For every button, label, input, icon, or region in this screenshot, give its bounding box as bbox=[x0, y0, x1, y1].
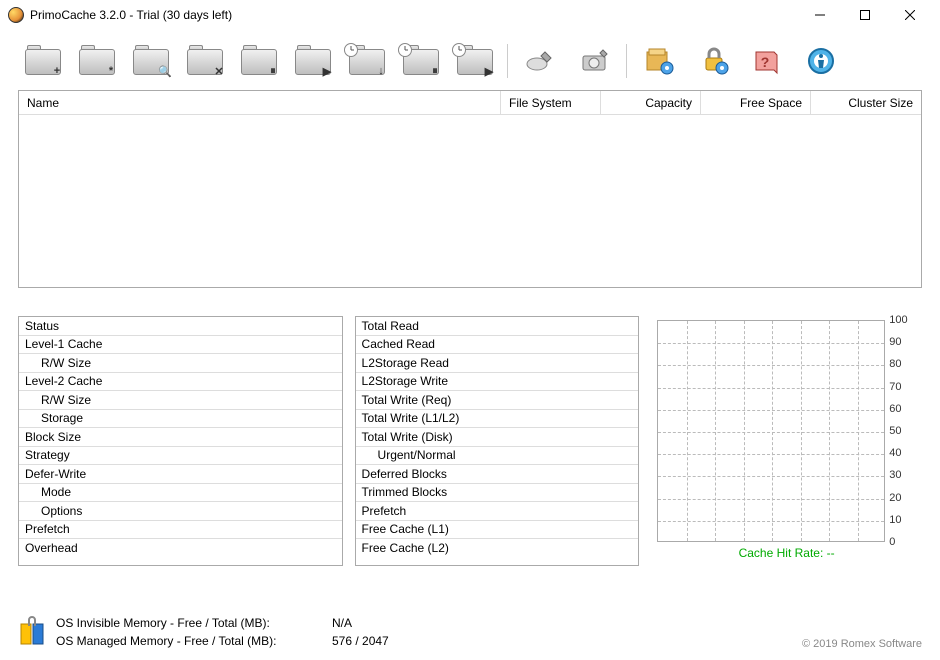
property-row: L2Storage Write bbox=[356, 373, 639, 392]
property-row: Mode bbox=[19, 484, 342, 503]
property-row: Level-2 Cache bbox=[19, 373, 342, 392]
toolbar-separator bbox=[626, 44, 627, 78]
storage-button[interactable] bbox=[569, 40, 619, 82]
pause-defer[interactable]: ⏸ bbox=[396, 40, 446, 82]
new-cache-badge-icon: + bbox=[49, 63, 65, 79]
resume-cache[interactable]: ▶ bbox=[288, 40, 338, 82]
view-cache[interactable]: 🔍 bbox=[126, 40, 176, 82]
property-row: R/W Size bbox=[19, 391, 342, 410]
property-row: Defer-Write bbox=[19, 465, 342, 484]
statusbar: OS Invisible Memory - Free / Total (MB):… bbox=[18, 614, 922, 650]
minimize-button[interactable] bbox=[797, 0, 842, 30]
table-header: Name File System Capacity Free Space Clu… bbox=[19, 91, 921, 115]
column-free-space[interactable]: Free Space bbox=[701, 91, 811, 114]
pause-cache-badge-icon: ⏸ bbox=[265, 63, 281, 79]
property-row: Overhead bbox=[19, 539, 342, 558]
cache-graph-panel: 1009080706050403020100 Cache Hit Rate: -… bbox=[651, 316, 922, 566]
hit-rate-graph bbox=[657, 320, 885, 542]
property-row: Urgent/Normal bbox=[356, 447, 639, 466]
y-tick: 80 bbox=[889, 358, 907, 380]
volumes-table[interactable]: Name File System Capacity Free Space Clu… bbox=[18, 90, 922, 288]
tools-button[interactable] bbox=[515, 40, 565, 82]
storage-icon bbox=[576, 44, 612, 78]
cache-config-panel: StatusLevel-1 CacheR/W SizeLevel-2 Cache… bbox=[18, 316, 343, 566]
column-cluster-size[interactable]: Cluster Size bbox=[811, 91, 921, 114]
managed-memory-label: OS Managed Memory - Free / Total (MB): bbox=[56, 632, 332, 650]
about-icon bbox=[803, 44, 839, 78]
property-row: Free Cache (L1) bbox=[356, 521, 639, 540]
resume-defer-badge-icon: ▶ bbox=[481, 63, 497, 79]
cache-stats-panel: Total ReadCached ReadL2Storage ReadL2Sto… bbox=[355, 316, 640, 566]
license-icon bbox=[695, 44, 731, 78]
hit-rate-text: Cache Hit Rate: bbox=[739, 546, 824, 560]
pause-cache[interactable]: ⏸ bbox=[234, 40, 284, 82]
property-row: Trimmed Blocks bbox=[356, 484, 639, 503]
resume-defer[interactable]: ▶ bbox=[450, 40, 500, 82]
memory-icon bbox=[18, 616, 46, 648]
about-button[interactable] bbox=[796, 40, 846, 82]
property-row: L2Storage Read bbox=[356, 354, 639, 373]
y-tick: 60 bbox=[889, 403, 907, 425]
property-row: Total Write (L1/L2) bbox=[356, 410, 639, 429]
y-tick: 40 bbox=[889, 447, 907, 469]
y-tick: 30 bbox=[889, 469, 907, 491]
column-capacity[interactable]: Capacity bbox=[601, 91, 701, 114]
property-row: Prefetch bbox=[356, 502, 639, 521]
delete-cache-badge-icon: ✕ bbox=[211, 63, 227, 79]
configure-cache-badge-icon: * bbox=[103, 63, 119, 79]
property-row: Free Cache (L2) bbox=[356, 539, 639, 558]
tools-icon bbox=[522, 44, 558, 78]
y-tick: 100 bbox=[889, 314, 907, 336]
property-row: Block Size bbox=[19, 428, 342, 447]
options-button[interactable] bbox=[634, 40, 684, 82]
window-title: PrimoCache 3.2.0 - Trial (30 days left) bbox=[30, 8, 797, 22]
flush-defer-badge-icon: ↓ bbox=[373, 63, 389, 79]
property-row: Storage bbox=[19, 410, 342, 429]
column-filesystem[interactable]: File System bbox=[501, 91, 601, 114]
toolbar: + * 🔍 ✕ ⏸ ▶ ↓ ⏸ ▶? bbox=[0, 30, 940, 90]
y-tick: 70 bbox=[889, 381, 907, 403]
resume-cache-badge-icon: ▶ bbox=[319, 63, 335, 79]
toolbar-separator bbox=[507, 44, 508, 78]
y-tick: 90 bbox=[889, 336, 907, 358]
pause-defer-badge-icon: ⏸ bbox=[427, 63, 443, 79]
column-name[interactable]: Name bbox=[19, 91, 501, 114]
configure-cache[interactable]: * bbox=[72, 40, 122, 82]
property-row: Strategy bbox=[19, 447, 342, 466]
hit-rate-value: -- bbox=[827, 546, 835, 560]
flush-defer[interactable]: ↓ bbox=[342, 40, 392, 82]
maximize-button[interactable] bbox=[842, 0, 887, 30]
help-icon: ? bbox=[749, 44, 785, 78]
cache-hit-rate-label: Cache Hit Rate: -- bbox=[651, 546, 922, 560]
property-row: Status bbox=[19, 317, 342, 336]
options-icon bbox=[641, 44, 677, 78]
svg-text:?: ? bbox=[761, 54, 770, 70]
license-button[interactable] bbox=[688, 40, 738, 82]
invisible-memory-value: N/A bbox=[332, 616, 352, 630]
copyright: © 2019 Romex Software bbox=[802, 638, 922, 650]
property-row: Level-1 Cache bbox=[19, 336, 342, 355]
graph-y-axis: 1009080706050403020100 bbox=[889, 314, 907, 558]
property-row: Options bbox=[19, 502, 342, 521]
view-cache-badge-icon: 🔍 bbox=[157, 63, 173, 79]
property-row: Total Write (Req) bbox=[356, 391, 639, 410]
app-icon bbox=[8, 7, 24, 23]
titlebar: PrimoCache 3.2.0 - Trial (30 days left) bbox=[0, 0, 940, 30]
new-cache[interactable]: + bbox=[18, 40, 68, 82]
property-row: Total Write (Disk) bbox=[356, 428, 639, 447]
property-row: Cached Read bbox=[356, 336, 639, 355]
y-tick: 50 bbox=[889, 425, 907, 447]
property-row: R/W Size bbox=[19, 354, 342, 373]
y-tick: 20 bbox=[889, 492, 907, 514]
help-button[interactable]: ? bbox=[742, 40, 792, 82]
property-row: Total Read bbox=[356, 317, 639, 336]
property-row: Prefetch bbox=[19, 521, 342, 540]
close-button[interactable] bbox=[887, 0, 932, 30]
delete-cache[interactable]: ✕ bbox=[180, 40, 230, 82]
invisible-memory-label: OS Invisible Memory - Free / Total (MB): bbox=[56, 614, 332, 632]
property-row: Deferred Blocks bbox=[356, 465, 639, 484]
managed-memory-value: 576 / 2047 bbox=[332, 634, 389, 648]
y-tick: 10 bbox=[889, 514, 907, 536]
